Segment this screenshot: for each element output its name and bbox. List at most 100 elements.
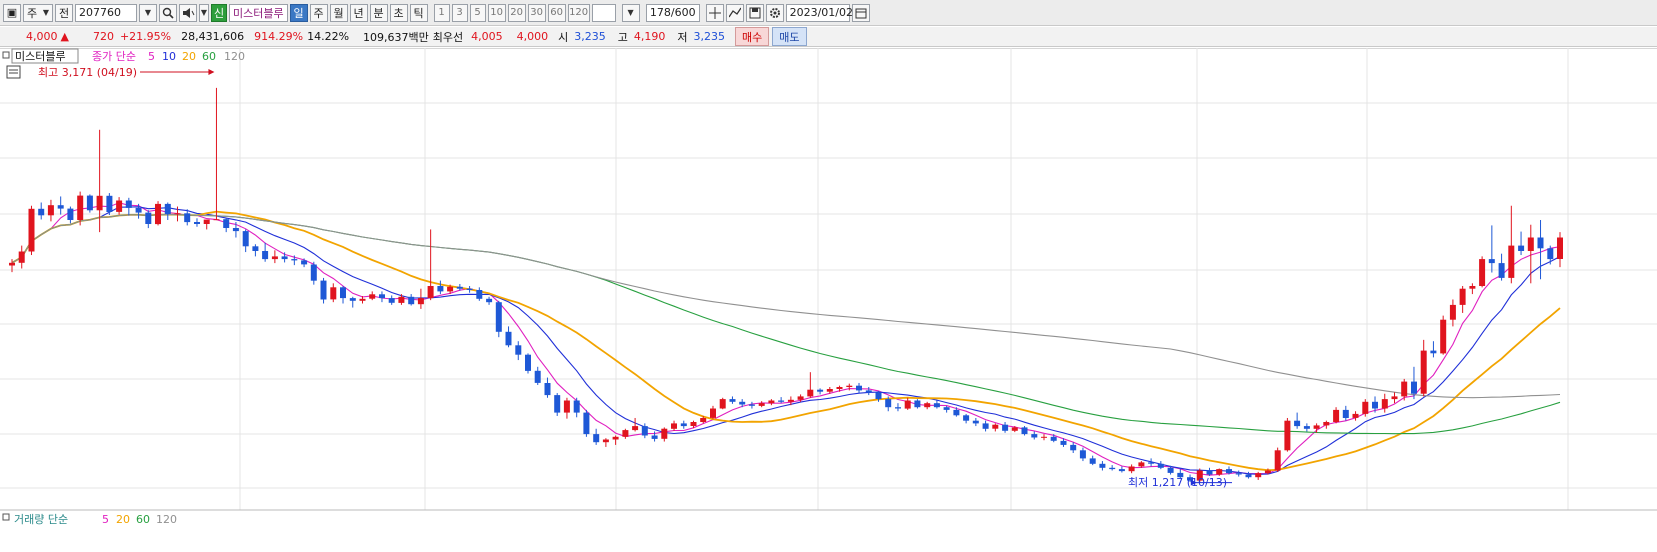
interval-30-button[interactable]: 30 [527, 3, 546, 22]
candle-body [602, 439, 609, 443]
candle [680, 420, 687, 429]
date-input[interactable]: 2023/01/02 [785, 3, 853, 22]
floppy-icon [749, 7, 761, 18]
candle-body [972, 420, 979, 424]
candle-body [1089, 458, 1096, 464]
interval-120-button[interactable]: 120 [567, 3, 590, 22]
candle-body [1527, 237, 1534, 251]
period-second-button[interactable]: 초 [389, 3, 408, 22]
search-button[interactable] [159, 3, 177, 22]
candle-body [1011, 427, 1018, 431]
candle-body [242, 231, 249, 247]
candle [310, 261, 317, 285]
sound-dropdown-button[interactable]: ▼ [199, 3, 209, 22]
candle-body [301, 260, 308, 265]
volume-legend-label: 거래량 단순 [14, 513, 68, 526]
period-month-button[interactable]: 월 [329, 3, 348, 22]
candle [671, 420, 677, 431]
candle-body [593, 434, 600, 443]
candle-body [992, 424, 999, 429]
candle-body [1128, 466, 1135, 472]
candle-body [18, 251, 25, 263]
volume-legend: 거래량 단순 5 20 60 120 [2, 513, 177, 526]
candle-body [437, 286, 444, 292]
sound-button[interactable] [179, 3, 197, 22]
high-annotation: 최고 3,171 (04/19) [38, 66, 137, 79]
chevron-down-icon: ▼ [200, 8, 208, 17]
interval-5-button[interactable]: 5 [469, 3, 486, 22]
buy-button[interactable]: 매수 [735, 27, 770, 46]
code-dropdown-button[interactable]: ▼ [139, 3, 157, 22]
candle-body [1002, 424, 1009, 431]
candle [992, 423, 999, 432]
candle-body [1498, 263, 1505, 278]
candle-body [680, 423, 687, 427]
period-day-button[interactable]: 일 [289, 3, 308, 22]
low-label: 저 [677, 30, 688, 44]
chart-tool-icon[interactable] [6, 65, 21, 79]
candle-body [1255, 473, 1262, 478]
period-minute-button[interactable]: 분 [369, 3, 388, 22]
candle-body [116, 200, 123, 212]
period-tick-button[interactable]: 틱 [409, 3, 428, 22]
up-arrow-icon: ▲ [60, 30, 69, 43]
interval-60-button[interactable]: 60 [547, 3, 566, 22]
calendar-icon [855, 8, 867, 18]
custom-interval-input[interactable] [591, 3, 616, 22]
price-chart-panel[interactable]: 미스터블루 종가 단순 5 10 20 60 120 최고 3,171 (04/… [0, 48, 1657, 549]
candle-body [232, 228, 239, 232]
period-year-button[interactable]: 년 [349, 3, 368, 22]
candle [710, 405, 716, 420]
chart-legend: 미스터블루 종가 단순 5 10 20 60 120 [2, 48, 245, 64]
chart-menu-button[interactable]: ▣ [3, 3, 21, 22]
candle [1099, 461, 1106, 471]
calendar-button[interactable] [851, 3, 870, 22]
candle [1440, 315, 1447, 355]
candle-body [787, 399, 794, 402]
market-type-value: 주 [27, 6, 38, 20]
market-type-select[interactable]: 주 ▼ [23, 3, 53, 22]
candle-body [875, 392, 882, 400]
line-tool-button[interactable] [725, 3, 744, 22]
settings-button[interactable] [765, 3, 784, 22]
candle [1557, 232, 1563, 268]
candle [1109, 465, 1116, 471]
price-chart[interactable]: 미스터블루 종가 단순 5 10 20 60 120 최고 3,171 (04/… [0, 48, 1657, 549]
candle [47, 199, 54, 222]
candle-body [544, 383, 551, 396]
candle-body [817, 389, 824, 392]
current-price: 4,000 [26, 30, 58, 43]
interval-1-button[interactable]: 1 [433, 3, 450, 22]
save-button[interactable] [745, 3, 764, 22]
candle-count-input[interactable]: 178/600 [645, 3, 700, 22]
candle [1089, 455, 1096, 466]
interval-3-button[interactable]: 3 [451, 3, 468, 22]
crosshair-button[interactable] [705, 3, 724, 22]
stock-code-input[interactable]: 207760 [75, 3, 137, 22]
candle-body [700, 418, 707, 422]
candle-body [281, 256, 288, 260]
interval-20-button[interactable]: 20 [507, 3, 526, 22]
custom-interval-dropdown[interactable]: ▼ [621, 3, 640, 22]
candle-body [583, 412, 590, 435]
candle-body [1138, 462, 1145, 467]
candle-body [398, 296, 405, 303]
candle [1381, 393, 1388, 413]
candle-body [1070, 444, 1077, 451]
candle [203, 219, 210, 230]
sell-button[interactable]: 매도 [772, 27, 807, 46]
candle-body [1508, 245, 1515, 278]
legend-box-icon [2, 513, 10, 521]
candle [320, 277, 327, 304]
period-week-button[interactable]: 주 [309, 3, 328, 22]
candle [427, 229, 434, 301]
candle-body [145, 212, 152, 224]
interval-10-button[interactable]: 10 [487, 3, 506, 22]
chevron-down-icon: ▼ [627, 8, 634, 17]
candle-body [1333, 409, 1340, 422]
low-price: 3,235 [693, 30, 726, 43]
scope-button[interactable]: 전 [55, 3, 73, 22]
candle [768, 399, 775, 406]
candle [1031, 431, 1038, 440]
candle-body [836, 387, 843, 389]
